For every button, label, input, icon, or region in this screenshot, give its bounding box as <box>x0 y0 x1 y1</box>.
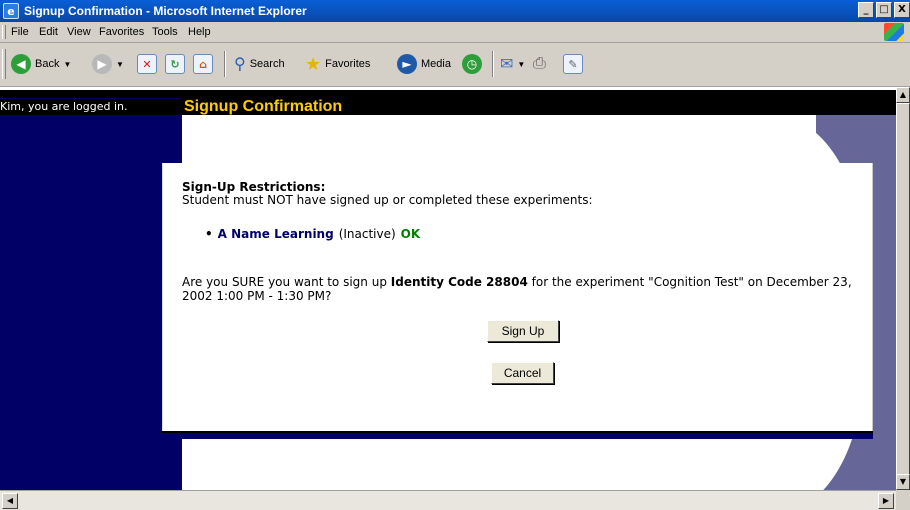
menu-file[interactable]: File <box>11 25 29 39</box>
minimize-button[interactable]: _ <box>858 2 874 18</box>
confirmation-question: Are you SURE you want to sign up Identit… <box>182 275 872 303</box>
refresh-button[interactable]: ↻ <box>165 52 185 76</box>
home-button[interactable]: ⌂ <box>193 52 213 76</box>
menu-grip <box>2 25 6 39</box>
menu-view[interactable]: View <box>67 25 91 39</box>
back-dropdown-icon[interactable]: ▼ <box>63 60 71 69</box>
sign-up-button[interactable]: Sign Up <box>487 320 559 342</box>
back-arrow-icon: ◀ <box>11 54 31 74</box>
logged-in-status: Kim, you are logged in. <box>0 99 182 115</box>
search-label: Search <box>249 58 285 70</box>
toolbar-separator <box>224 51 226 77</box>
history-button[interactable]: ◷ <box>462 52 482 76</box>
stop-icon: ✕ <box>137 54 157 74</box>
scroll-down-arrow-icon[interactable]: ▼ <box>896 474 910 490</box>
scroll-right-arrow-icon[interactable]: ▶ <box>878 493 894 509</box>
list-item: • A Name Learning (Inactive) OK <box>205 227 420 241</box>
forward-arrow-icon: ▶ <box>92 54 112 74</box>
favorites-label: Favorites <box>325 58 371 70</box>
edit-icon: ✎ <box>563 54 583 74</box>
media-button[interactable]: ► Media <box>397 52 451 76</box>
home-icon: ⌂ <box>193 54 213 74</box>
mail-button[interactable]: ✉ ▼ <box>500 52 525 76</box>
windows-logo-icon <box>884 23 904 41</box>
experiment-status: (Inactive) <box>338 227 396 241</box>
confirmation-panel-bottom-border <box>162 431 873 439</box>
window-controls: _ □ X <box>858 2 910 18</box>
restrictions-text: Student must NOT have signed up or compl… <box>182 193 593 207</box>
forward-button[interactable]: ▶ ▼ <box>92 52 124 76</box>
scroll-left-arrow-icon[interactable]: ◀ <box>2 493 18 509</box>
cancel-button[interactable]: Cancel <box>491 362 554 384</box>
refresh-icon: ↻ <box>165 54 185 74</box>
toolbar-grip <box>2 49 6 79</box>
maximize-button[interactable]: □ <box>876 2 892 18</box>
experiment-name: A Name Learning <box>217 227 334 241</box>
vertical-scroll-thumb[interactable] <box>896 103 910 477</box>
menu-favorites[interactable]: Favorites <box>99 25 144 39</box>
edit-button[interactable]: ✎ <box>563 52 583 76</box>
menu-bar: File Edit View Favorites Tools Help <box>0 22 910 43</box>
favorites-star-icon: ★ <box>305 53 322 74</box>
identity-code: Identity Code 28804 <box>390 275 528 289</box>
menu-tools[interactable]: Tools <box>152 25 178 39</box>
media-label: Media <box>421 58 451 70</box>
ie-logo-icon: e <box>3 3 19 19</box>
left-nav-panel <box>0 98 182 490</box>
search-icon: ⚲ <box>234 56 246 73</box>
standard-toolbar: ◀ Back ▼ ▶ ▼ ✕ ↻ ⌂ ⚲ Search ★ Favorites … <box>0 43 910 87</box>
favorites-button[interactable]: ★ Favorites <box>305 52 370 76</box>
stop-button[interactable]: ✕ <box>137 52 157 76</box>
back-button[interactable]: ◀ Back ▼ <box>11 52 71 76</box>
print-icon: ⎙ <box>533 55 546 72</box>
back-label: Back <box>35 58 60 70</box>
mail-icon: ✉ <box>500 56 514 73</box>
restrictions-heading: Sign-Up Restrictions: <box>182 180 326 194</box>
menu-edit[interactable]: Edit <box>39 25 58 39</box>
scroll-up-arrow-icon[interactable]: ▲ <box>896 87 910 103</box>
page-title: Signup Confirmation <box>184 98 343 115</box>
bullet-icon: • <box>205 227 213 241</box>
toolbar-separator <box>492 51 494 77</box>
menu-help[interactable]: Help <box>188 25 211 39</box>
top-stripe <box>0 90 896 98</box>
forward-dropdown-icon[interactable]: ▼ <box>116 60 124 69</box>
window-titlebar: e Signup Confirmation - Microsoft Intern… <box>0 0 910 22</box>
horizontal-scrollbar[interactable]: ◀ ▶ <box>0 490 896 510</box>
media-icon: ► <box>397 54 417 74</box>
history-icon: ◷ <box>462 54 482 74</box>
print-button[interactable]: ⎙ <box>533 52 546 76</box>
search-button[interactable]: ⚲ Search <box>234 52 285 76</box>
scrollbar-corner <box>896 490 910 510</box>
window-title: Signup Confirmation - Microsoft Internet… <box>24 4 307 18</box>
mail-dropdown-icon[interactable]: ▼ <box>517 60 525 69</box>
question-prefix: Are you SURE you want to sign up <box>182 275 387 289</box>
vertical-scrollbar[interactable]: ▲ ▼ <box>896 87 910 490</box>
experiment-result: OK <box>400 227 421 241</box>
close-button[interactable]: X <box>894 2 910 18</box>
